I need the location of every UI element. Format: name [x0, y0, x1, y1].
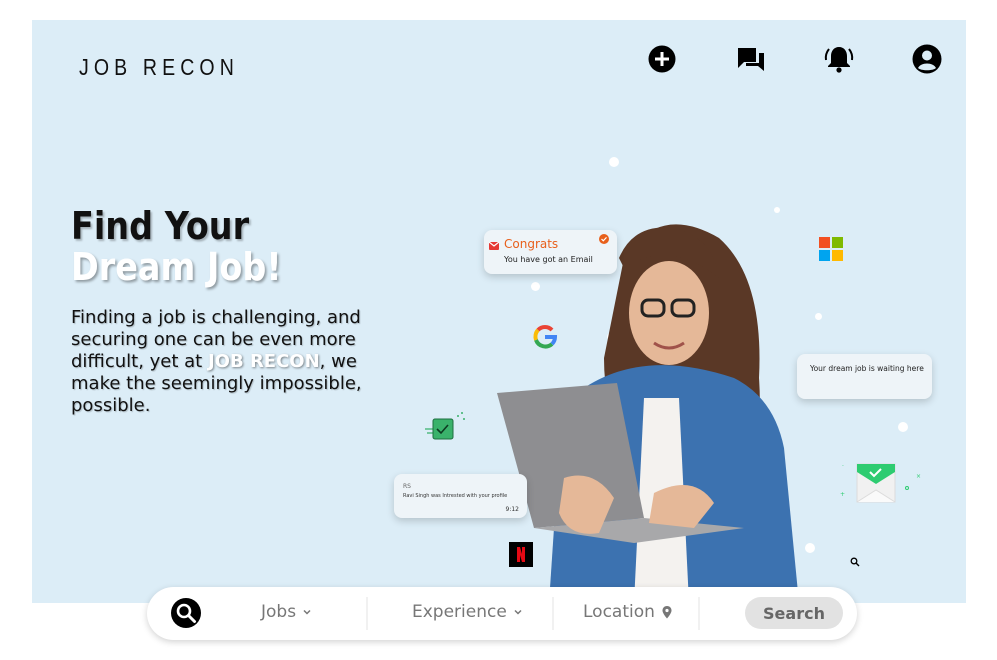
experience-label: Experience [412, 602, 507, 622]
hero-section: JOB RECON Find Your Dream Job! Finding a… [32, 20, 966, 603]
location-field[interactable]: Location [583, 602, 673, 622]
message-time: 9:12 [505, 506, 519, 513]
svg-text:+: + [840, 491, 845, 498]
green-checkbox-icon [425, 412, 465, 440]
location-label: Location [583, 602, 655, 622]
dream-job-text: Your dream job is waiting here [810, 364, 924, 373]
microsoft-logo-icon [819, 237, 843, 261]
search-button[interactable]: Search [745, 597, 843, 629]
divider [552, 597, 554, 630]
decor-dot [609, 157, 619, 167]
svg-text:·: · [842, 463, 844, 470]
chevron-down-icon [514, 609, 522, 615]
mail-icon [489, 242, 499, 250]
decor-dot [898, 422, 908, 432]
headline-line-2: Dream Job! [71, 245, 282, 289]
interest-message: Ravi Singh was Intrested with your profi… [403, 493, 508, 499]
congrats-email-card: Congrats You have got an Email [484, 230, 617, 274]
netflix-logo-icon [509, 542, 533, 567]
headline-line-1: Find Your [71, 204, 250, 248]
divider [366, 597, 368, 630]
search-icon-button[interactable] [171, 598, 201, 628]
hero-description: Finding a job is challenging, and securi… [71, 307, 371, 417]
jobs-dropdown[interactable]: Jobs [261, 602, 312, 622]
dream-job-card: Your dream job is waiting here [797, 354, 932, 399]
google-logo-icon [533, 325, 558, 349]
job-search-bar: Jobs Experience Location Search [147, 587, 857, 640]
green-envelope-icon: · × + [840, 463, 921, 503]
description-brand: JOB RECON [207, 351, 320, 372]
hero-headline: Find Your Dream Job! [71, 206, 282, 288]
check-badge-icon [599, 234, 609, 244]
chat-icon[interactable] [735, 43, 767, 75]
profile-interest-card: RS Ravi Singh was Intrested with your pr… [394, 474, 527, 518]
search-icon [176, 603, 196, 623]
account-icon[interactable] [911, 43, 943, 75]
sender-initials: RS [403, 483, 411, 490]
add-circle-icon[interactable] [646, 43, 678, 75]
notification-bell-icon[interactable] [823, 43, 855, 75]
small-search-icon [850, 557, 860, 567]
logo[interactable]: JOB RECON [79, 54, 239, 81]
experience-dropdown[interactable]: Experience [412, 602, 523, 622]
location-pin-icon [662, 606, 672, 619]
congrats-title: Congrats [504, 237, 559, 251]
chevron-down-icon [303, 609, 311, 615]
svg-text:×: × [916, 473, 921, 480]
divider [698, 597, 700, 630]
congrats-subtitle: You have got an Email [504, 255, 593, 264]
jobs-label: Jobs [261, 602, 297, 622]
